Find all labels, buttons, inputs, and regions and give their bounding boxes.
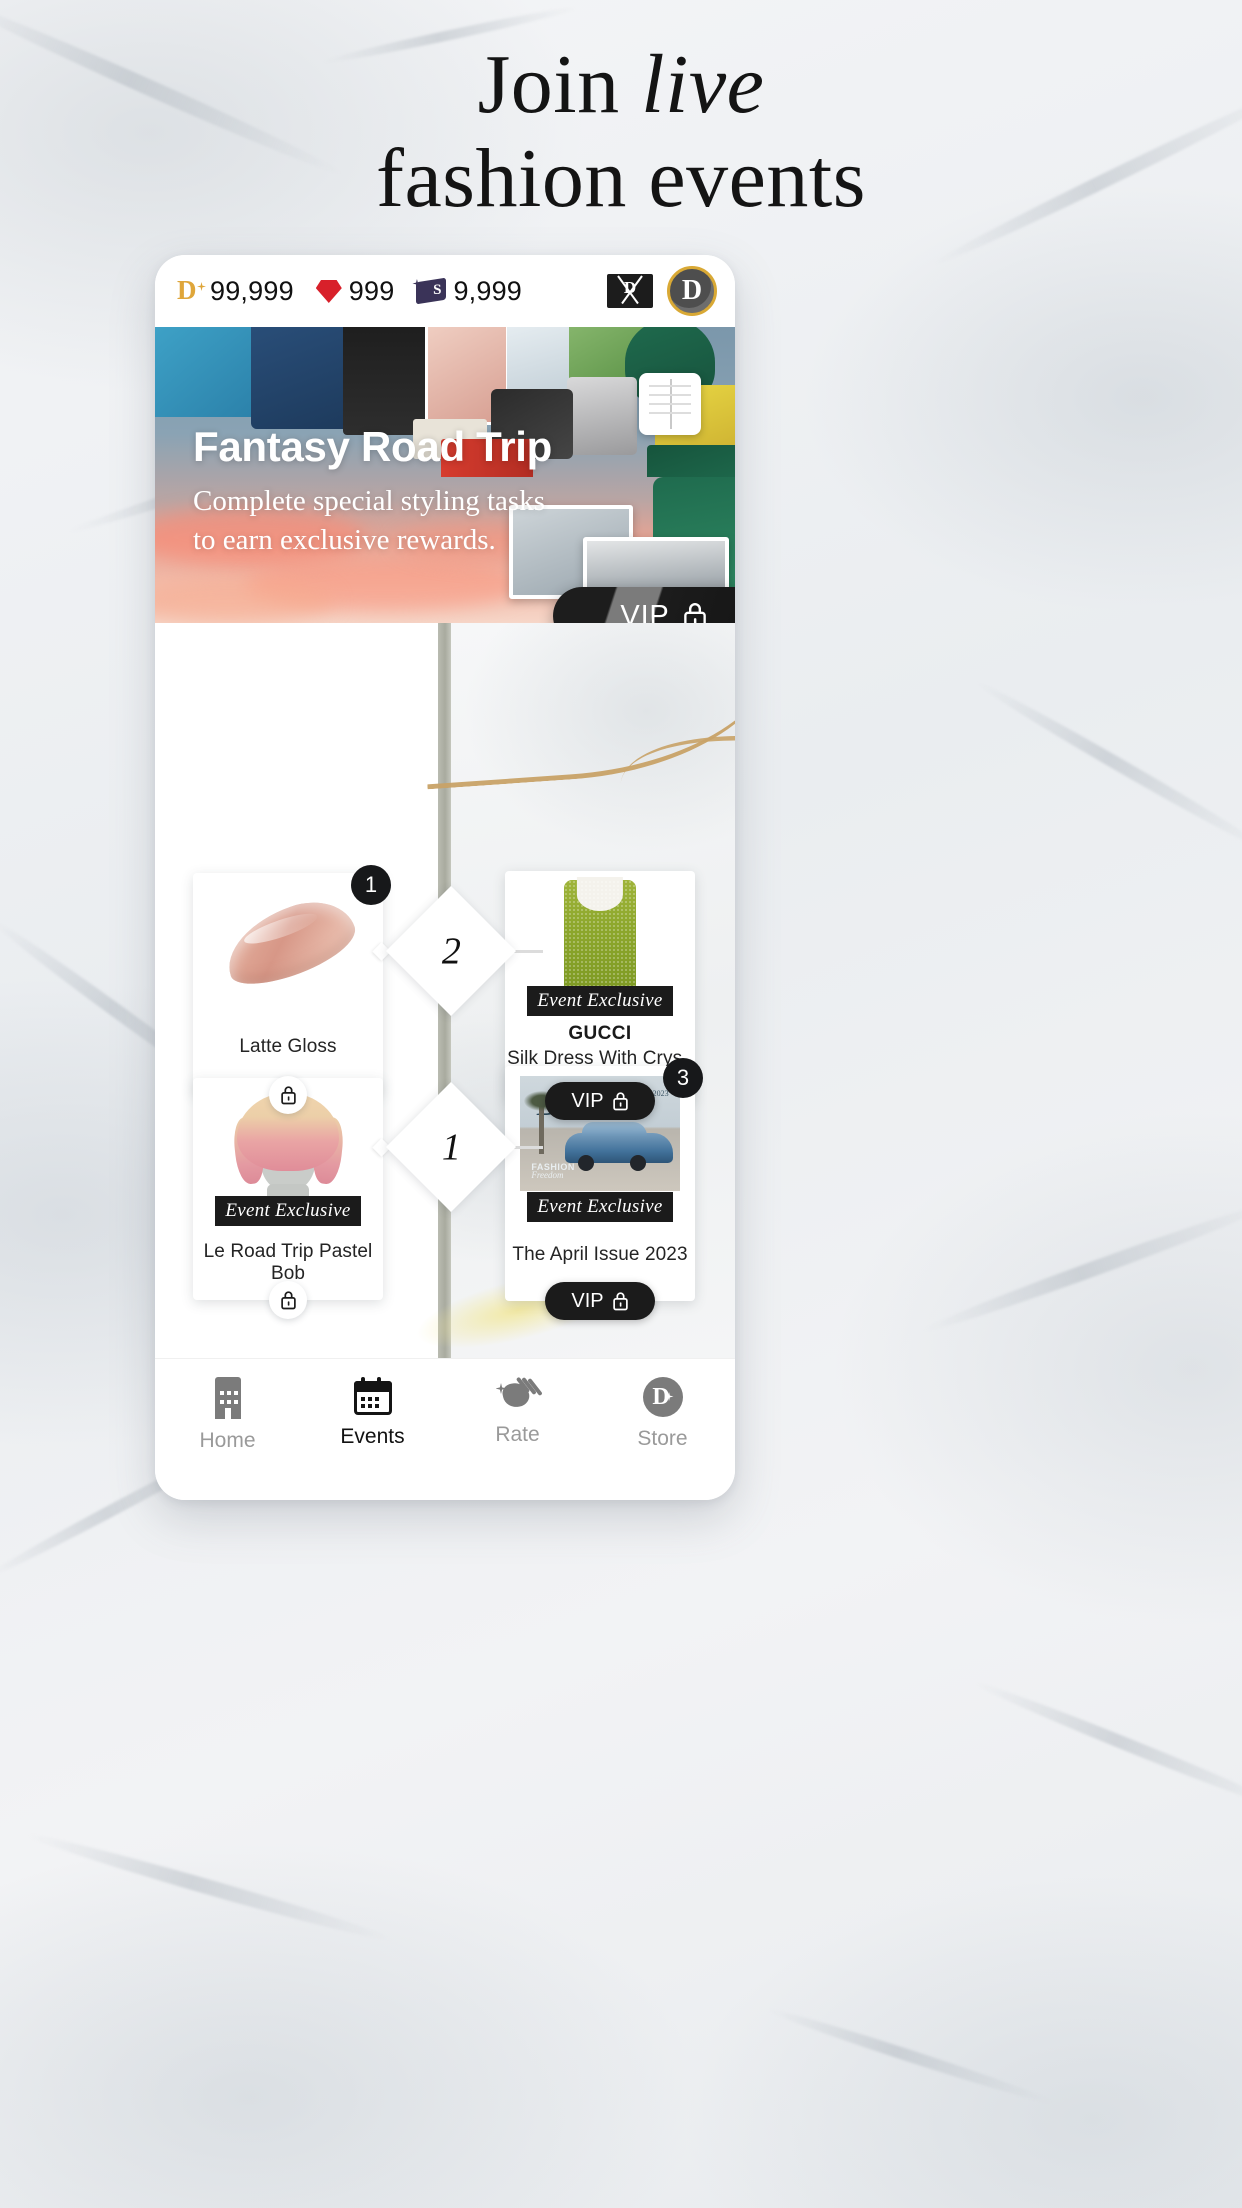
d-coin-icon: D bbox=[177, 277, 206, 304]
phone-mockup: D 99,999 999 S 9,999 D D Fantasy Road Tr… bbox=[155, 255, 735, 1500]
tab-rate-label: Rate bbox=[495, 1423, 540, 1446]
currency-gems[interactable]: 999 bbox=[315, 275, 395, 307]
lock-icon bbox=[612, 1292, 628, 1311]
banner-text-block: Fantasy Road Trip Complete special styli… bbox=[193, 423, 552, 559]
bottom-tab-bar: Home Events Rate D Store bbox=[155, 1358, 735, 1500]
card-lock-button[interactable] bbox=[269, 1076, 307, 1114]
mail-icon[interactable]: D bbox=[607, 274, 653, 308]
card-step-badge: 1 bbox=[351, 865, 391, 905]
cash-value: 9,999 bbox=[453, 275, 523, 306]
card-brand: GUCCI bbox=[568, 1023, 632, 1044]
gem-icon bbox=[315, 279, 342, 303]
card-exclusive-tag: Event Exclusive bbox=[527, 986, 673, 1016]
tab-events-label: Events bbox=[340, 1425, 405, 1448]
headline-emphasis: live bbox=[641, 38, 765, 131]
lip-gloss-swatch-icon bbox=[216, 889, 364, 995]
banner-subtitle-line-1: Complete special styling tasks bbox=[193, 485, 545, 517]
event-path: 1 Latte Gloss 2 Event Exclusive GUCCI Si… bbox=[155, 623, 735, 1358]
headline-line-2: fashion events bbox=[376, 131, 866, 225]
app-header: D 99,999 999 S 9,999 D D bbox=[155, 255, 735, 327]
event-banner[interactable]: Fantasy Road Trip Complete special styli… bbox=[155, 327, 735, 623]
lock-icon bbox=[683, 603, 706, 623]
gem-value: 999 bbox=[348, 275, 395, 306]
avatar-letter: D bbox=[681, 275, 703, 306]
card-step-badge: 3 bbox=[663, 1058, 703, 1098]
card-vip-button[interactable]: VIP bbox=[545, 1082, 655, 1120]
drest-logo-icon: D bbox=[642, 1377, 683, 1417]
card-vip-button[interactable]: VIP bbox=[545, 1282, 655, 1320]
card-title: Latte Gloss bbox=[239, 1036, 337, 1057]
mail-icon-letter: D bbox=[623, 278, 637, 297]
building-icon bbox=[211, 1377, 245, 1419]
tab-store[interactable]: D Store bbox=[590, 1377, 735, 1451]
lock-icon bbox=[280, 1291, 296, 1310]
tab-store-label: Store bbox=[637, 1427, 688, 1450]
path-card-latte-gloss[interactable]: 1 Latte Gloss bbox=[193, 865, 391, 1114]
journal-icon[interactable] bbox=[639, 373, 701, 435]
banner-vip-button[interactable]: VIP bbox=[553, 587, 735, 623]
card-vip-label: VIP bbox=[571, 1089, 604, 1112]
banner-vip-label: VIP bbox=[620, 599, 670, 624]
card-vip-label: VIP bbox=[571, 1289, 604, 1312]
magazine-cover-line-2: Freedom bbox=[531, 1170, 564, 1181]
hand-sparkle-icon bbox=[495, 1376, 543, 1413]
d-coin-value: 99,999 bbox=[210, 275, 294, 306]
lock-icon bbox=[612, 1092, 628, 1111]
card-exclusive-tag: Event Exclusive bbox=[527, 1192, 673, 1222]
card-step-badge-number: 3 bbox=[676, 1065, 690, 1090]
currency-d-coins[interactable]: D 99,999 bbox=[177, 276, 294, 307]
hero-headline: Join live fashion events bbox=[0, 42, 1242, 221]
green-sequin-dress-icon bbox=[563, 879, 637, 991]
tab-rate[interactable]: Rate bbox=[445, 1376, 590, 1447]
avatar[interactable]: D bbox=[667, 266, 717, 316]
calendar-icon bbox=[353, 1377, 392, 1415]
path-connector-1-number: 1 bbox=[441, 1126, 461, 1168]
card-title: Le Road Trip Pastel Bob bbox=[203, 1241, 373, 1284]
card-exclusive-tag: Event Exclusive bbox=[215, 1196, 361, 1226]
tab-home-label: Home bbox=[199, 1429, 256, 1452]
lock-icon bbox=[280, 1086, 296, 1105]
card-title: The April Issue 2023 bbox=[512, 1244, 688, 1265]
car-illustration bbox=[564, 1121, 674, 1172]
banner-subtitle: Complete special styling tasks to earn e… bbox=[193, 482, 552, 559]
banner-title: Fantasy Road Trip bbox=[193, 423, 552, 470]
tab-home[interactable]: Home bbox=[155, 1377, 300, 1453]
card-lock-button[interactable] bbox=[269, 1281, 307, 1319]
headline-line-1: Join live bbox=[0, 42, 1242, 128]
banner-subtitle-line-2: to earn exclusive rewards. bbox=[193, 523, 496, 556]
cash-icon: S bbox=[412, 277, 447, 305]
card-step-badge-number: 1 bbox=[364, 872, 378, 897]
headline-line-1-text: Join bbox=[477, 38, 642, 131]
path-connector-2-number: 2 bbox=[441, 930, 461, 972]
currency-cash[interactable]: S 9,999 bbox=[412, 275, 523, 307]
tab-events[interactable]: Events bbox=[300, 1377, 445, 1449]
